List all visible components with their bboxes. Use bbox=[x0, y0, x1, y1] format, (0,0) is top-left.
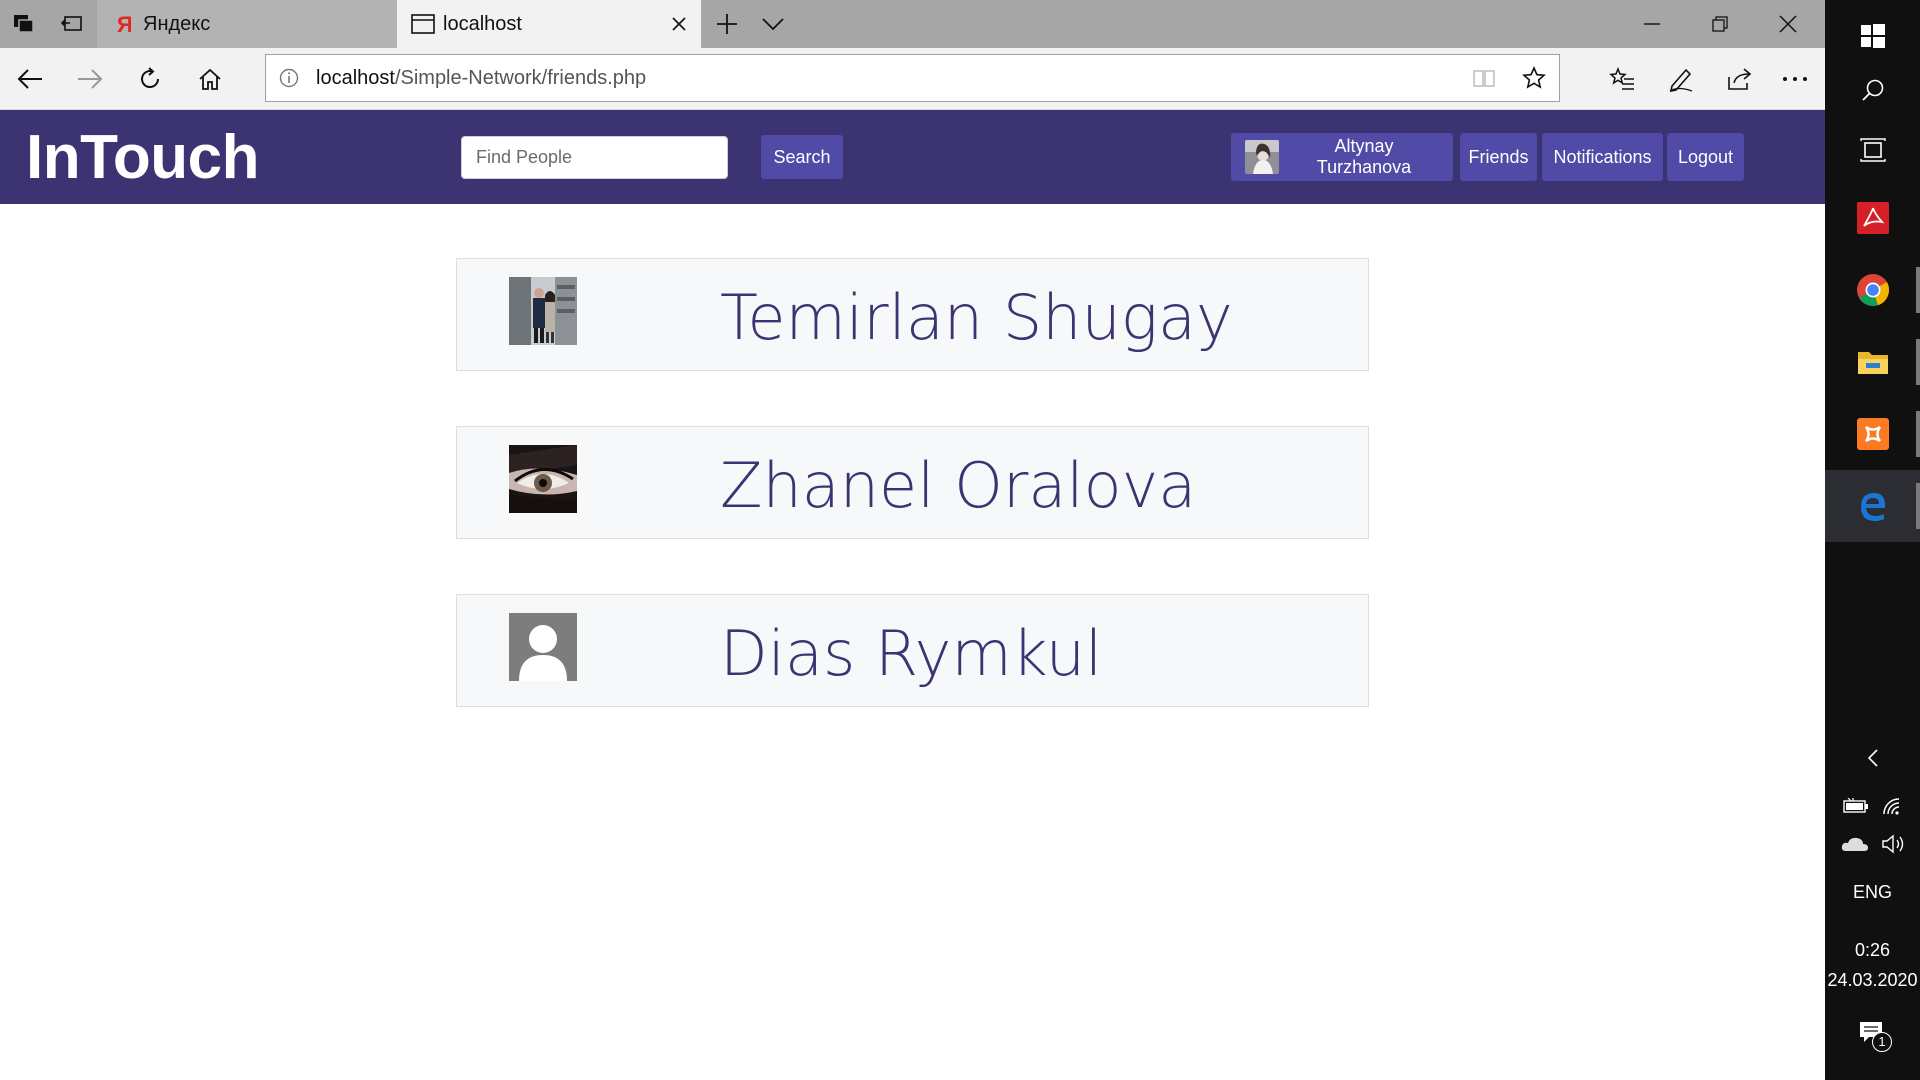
browser-window: Я Яндекс localhost localhost/Simple-Netw… bbox=[0, 0, 1825, 1080]
friend-card[interactable]: Dias Rymkul bbox=[456, 594, 1369, 707]
favorites-list-icon[interactable] bbox=[1592, 48, 1652, 110]
onedrive-cloud-icon[interactable] bbox=[1841, 836, 1869, 857]
site-header: InTouch Search Altynay Turzhanova Friend… bbox=[0, 110, 1825, 204]
tab-localhost[interactable]: localhost bbox=[397, 0, 701, 48]
friend-name[interactable]: Zhanel Oralova bbox=[720, 449, 1196, 522]
pen-icon[interactable] bbox=[1651, 48, 1711, 110]
volume-icon[interactable] bbox=[1881, 834, 1907, 859]
favorite-star-icon[interactable] bbox=[1509, 66, 1559, 90]
friend-list: Temirlan Shugay Zhanel Oralova Dias Rymk… bbox=[456, 258, 1369, 762]
navigation-bar: localhost/Simple-Network/friends.php bbox=[0, 48, 1825, 110]
tab-label: localhost bbox=[443, 12, 522, 35]
clock-time[interactable]: 0:26 bbox=[1825, 940, 1920, 961]
notification-count-badge: 1 bbox=[1872, 1032, 1892, 1052]
running-indicator bbox=[1916, 339, 1920, 385]
site-info-icon[interactable] bbox=[266, 68, 312, 88]
back-arrow-icon[interactable] bbox=[0, 48, 60, 110]
friend-photo[interactable] bbox=[509, 445, 577, 513]
logout-button[interactable]: Logout bbox=[1667, 133, 1744, 181]
windows-taskbar: ENG 0:26 24.03.2020 1 bbox=[1825, 0, 1920, 1080]
running-indicator bbox=[1916, 267, 1920, 313]
default-avatar-icon[interactable] bbox=[509, 613, 577, 681]
language-indicator[interactable]: ENG bbox=[1825, 882, 1920, 903]
tab-yandex[interactable]: Я Яндекс bbox=[97, 0, 397, 48]
wifi-icon[interactable] bbox=[1881, 796, 1905, 821]
home-icon[interactable] bbox=[180, 48, 240, 110]
search-input[interactable] bbox=[461, 136, 728, 179]
friend-card[interactable]: Zhanel Oralova bbox=[456, 426, 1369, 539]
url-host: localhost bbox=[316, 66, 395, 89]
tab-actions-icon[interactable] bbox=[0, 0, 48, 48]
action-center-icon[interactable]: 1 bbox=[1858, 1020, 1892, 1052]
running-indicator bbox=[1916, 483, 1920, 529]
close-icon[interactable] bbox=[657, 16, 701, 32]
page-icon bbox=[403, 14, 443, 34]
url-text[interactable]: localhost/Simple-Network/friends.php bbox=[312, 67, 1459, 90]
xampp-icon[interactable] bbox=[1825, 398, 1920, 470]
chevron-left-icon[interactable] bbox=[1825, 738, 1920, 778]
search-button[interactable]: Search bbox=[761, 135, 843, 179]
notifications-button[interactable]: Notifications bbox=[1542, 133, 1663, 181]
acrobat-icon[interactable] bbox=[1825, 182, 1920, 254]
friend-card[interactable]: Temirlan Shugay bbox=[456, 258, 1369, 371]
running-indicator bbox=[1916, 411, 1920, 457]
set-aside-tabs-icon[interactable] bbox=[48, 0, 96, 48]
chevron-down-icon[interactable] bbox=[749, 0, 797, 48]
profile-button[interactable]: Altynay Turzhanova bbox=[1231, 133, 1453, 181]
clock-date[interactable]: 24.03.2020 bbox=[1825, 970, 1920, 991]
restore-icon[interactable] bbox=[1685, 0, 1755, 48]
task-view-icon[interactable] bbox=[1825, 114, 1920, 186]
tab-label: Яндекс bbox=[143, 12, 211, 35]
friends-button[interactable]: Friends bbox=[1460, 133, 1537, 181]
friend-name[interactable]: Dias Rymkul bbox=[720, 617, 1102, 690]
new-tab-icon[interactable] bbox=[703, 0, 751, 48]
profile-name: Altynay Turzhanova bbox=[1316, 136, 1412, 177]
friend-photo[interactable] bbox=[509, 277, 577, 345]
close-window-icon[interactable] bbox=[1753, 0, 1823, 48]
more-icon[interactable] bbox=[1765, 48, 1825, 110]
friend-name[interactable]: Temirlan Shugay bbox=[720, 281, 1233, 354]
forward-arrow-icon[interactable] bbox=[60, 48, 120, 110]
svg-text:Я: Я bbox=[117, 13, 131, 35]
share-icon[interactable] bbox=[1710, 48, 1770, 110]
reading-view-icon[interactable] bbox=[1459, 68, 1509, 88]
edge-icon[interactable] bbox=[1825, 470, 1920, 542]
avatar bbox=[1245, 140, 1279, 174]
file-explorer-icon[interactable] bbox=[1825, 326, 1920, 398]
tab-bar: Я Яндекс localhost bbox=[0, 0, 1825, 48]
refresh-icon[interactable] bbox=[120, 48, 180, 110]
brand-logo[interactable]: InTouch bbox=[26, 122, 259, 193]
chrome-icon[interactable] bbox=[1825, 254, 1920, 326]
yandex-logo-icon: Я bbox=[103, 13, 143, 35]
battery-icon[interactable] bbox=[1843, 797, 1869, 819]
url-path: /Simple-Network/friends.php bbox=[394, 66, 647, 89]
address-bar[interactable]: localhost/Simple-Network/friends.php bbox=[265, 54, 1560, 102]
minimize-icon[interactable] bbox=[1617, 0, 1687, 48]
